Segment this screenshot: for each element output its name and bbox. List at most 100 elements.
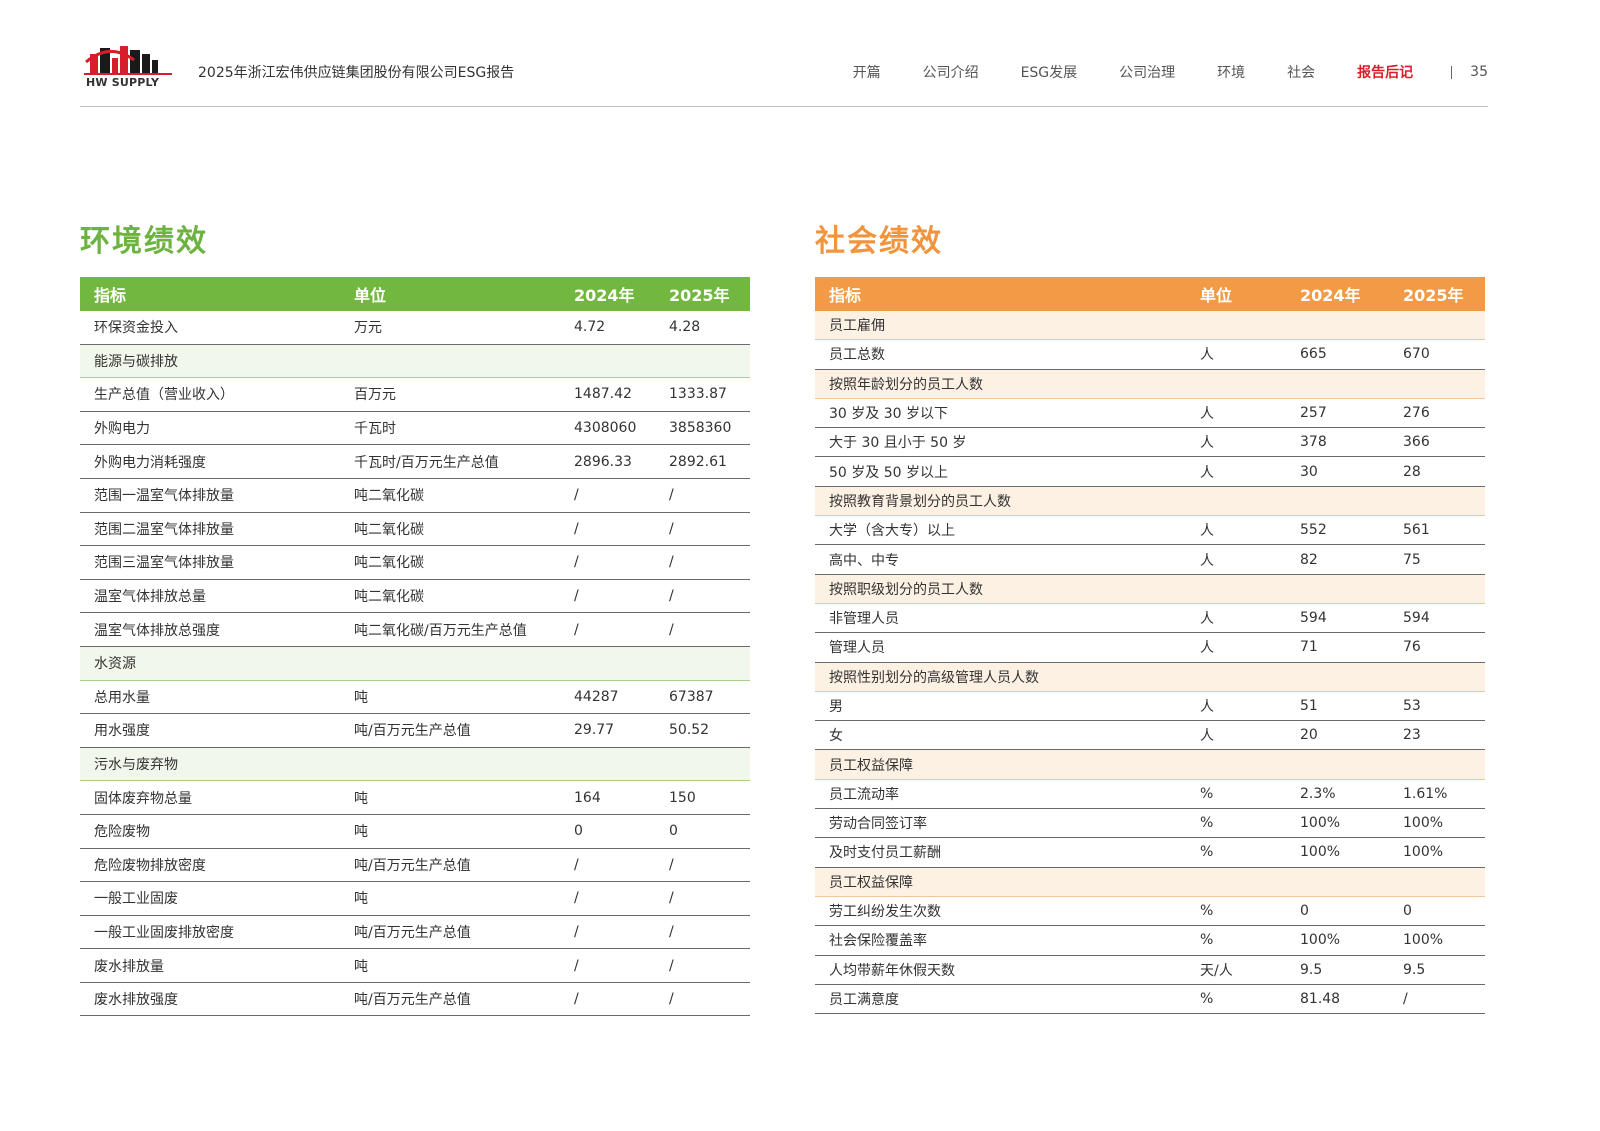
cell-unit: 人 (1186, 720, 1286, 751)
cell-2025: 3858360 (655, 411, 750, 446)
cell-2025: 4.28 (655, 311, 750, 345)
cell-2025: 75 (1389, 544, 1485, 575)
cell-unit: 吨/百万元生产总值 (340, 848, 560, 883)
company-logo: HW SUPPLY (80, 42, 180, 90)
table-row: 一般工业固废吨 / / (80, 881, 750, 916)
cell-unit: 吨/百万元生产总值 (340, 915, 560, 950)
cell-2025: 1333.87 (655, 377, 750, 412)
cell-2024: 20 (1286, 720, 1389, 751)
table-row: 劳工纠纷发生次数% 0 0 (815, 896, 1485, 927)
cell-indicator: 大学（含大专）以上 (815, 515, 1186, 546)
cell-unit: 人 (1186, 427, 1286, 458)
table-row: 环保资金投入 万元 4.72 4.28 (80, 311, 750, 345)
cell-2025: 366 (1389, 427, 1485, 458)
cell-indicator: 总用水量 (80, 680, 340, 715)
cell-indicator: 人均带薪年休假天数 (815, 955, 1186, 985)
cell-2025: 150 (655, 780, 750, 815)
cell-2024: / (560, 478, 655, 513)
cell-unit: % (1186, 808, 1286, 839)
cell-indicator: 社会保险覆盖率 (815, 925, 1186, 956)
page-number: 35 (1470, 64, 1488, 80)
cell-indicator: 女 (815, 720, 1186, 751)
cell-2024: 594 (1286, 603, 1389, 634)
table-row: 危险废物排放密度 吨/百万元生产总值 / / (80, 848, 750, 883)
cell-indicator: 危险废物排放密度 (80, 848, 340, 883)
cell-unit: 吨二氧化碳 (340, 579, 560, 614)
table-row: 一般工业固废排放密度 吨/百万元生产总值 / / (80, 915, 750, 950)
table-header-row: 指标 单位 2024年 2025年 (80, 277, 750, 311)
nav-divider (1451, 65, 1453, 79)
cell-indicator: 非管理人员 (815, 603, 1186, 634)
cell-2024: 81.48 (1286, 984, 1389, 1015)
cell-2025: 100% (1389, 925, 1485, 956)
cell-2024: 82 (1286, 544, 1389, 575)
group-label: 员工雇佣 (815, 311, 1485, 341)
column-header-2025: 2025年 (655, 277, 750, 311)
table-row: 管理人员人 71 76 (815, 632, 1485, 663)
cell-unit: 吨二氧化碳/百万元生产总值 (340, 612, 560, 647)
cell-2024: 4.72 (560, 311, 655, 345)
cell-unit: 百万元 (340, 377, 560, 412)
cell-unit: 人 (1186, 603, 1286, 634)
nav-item-governance[interactable]: 公司治理 (1119, 62, 1175, 82)
cell-indicator: 高中、中专 (815, 544, 1186, 575)
nav-item-esg-development[interactable]: ESG发展 (1021, 62, 1078, 82)
environment-section-title: 环境绩效 (80, 224, 208, 259)
column-header-2024: 2024年 (1286, 277, 1389, 311)
table-row: 用水强度 吨/百万元生产总值 29.77 50.52 (80, 713, 750, 748)
cell-2024: 1487.42 (560, 377, 655, 412)
cell-unit: 吨二氧化碳 (340, 545, 560, 580)
table-row: 废水排放量吨 / / (80, 948, 750, 983)
cell-2025: 0 (1389, 896, 1485, 927)
cell-unit: 吨 (340, 948, 560, 983)
cell-2024: 0 (1286, 896, 1389, 927)
nav-item-postscript[interactable]: 报告后记 (1357, 62, 1413, 82)
cell-indicator: 外购电力消耗强度 (80, 444, 340, 479)
cell-2024: / (560, 948, 655, 983)
cell-unit: 吨 (340, 881, 560, 916)
nav-item-environment[interactable]: 环境 (1217, 62, 1245, 82)
cell-2025: 2892.61 (655, 444, 750, 479)
cell-indicator: 员工总数 (815, 339, 1186, 370)
nav-item-opening[interactable]: 开篇 (853, 62, 881, 82)
cell-unit: 吨/百万元生产总值 (340, 982, 560, 1017)
table-row: 温室气体排放总强度 吨二氧化碳/百万元生产总值 / / (80, 612, 750, 647)
table-row: 高中、中专人 82 75 (815, 544, 1485, 575)
column-header-2024: 2024年 (560, 277, 655, 311)
cell-2025: / (655, 612, 750, 647)
group-label: 员工权益保障 (815, 867, 1485, 897)
column-header-indicator: 指标 (80, 277, 340, 311)
group-label: 水资源 (80, 646, 750, 681)
table-row: 危险废物吨 0 0 (80, 814, 750, 849)
cell-2025: 100% (1389, 808, 1485, 839)
cell-2024: 552 (1286, 515, 1389, 546)
cell-indicator: 员工流动率 (815, 779, 1186, 810)
cell-indicator: 员工满意度 (815, 984, 1186, 1015)
nav-item-society[interactable]: 社会 (1287, 62, 1315, 82)
table-row: 员工总数人 665 670 (815, 339, 1485, 370)
cell-2025: / (655, 579, 750, 614)
cell-indicator: 废水排放强度 (80, 982, 340, 1017)
cell-2025: / (655, 848, 750, 883)
group-label: 按照性别划分的高级管理人员人数 (815, 662, 1485, 692)
cell-2025: 561 (1389, 515, 1485, 546)
nav-item-company-intro[interactable]: 公司介绍 (923, 62, 979, 82)
cell-unit: % (1186, 896, 1286, 927)
table-row: 范围二温室气体排放量 吨二氧化碳 / / (80, 512, 750, 547)
cell-2024: 51 (1286, 691, 1389, 722)
cell-2025: / (655, 915, 750, 950)
cell-2024: 100% (1286, 925, 1389, 956)
table-row: 范围一温室气体排放量 吨二氧化碳 / / (80, 478, 750, 513)
cell-2025: 1.61% (1389, 779, 1485, 810)
cell-2025: 50.52 (655, 713, 750, 748)
cell-unit: 吨/百万元生产总值 (340, 713, 560, 748)
table-group-row: 员工权益保障 (815, 749, 1485, 780)
cell-2025: 0 (655, 814, 750, 849)
cell-2024: 2896.33 (560, 444, 655, 479)
cell-indicator: 管理人员 (815, 632, 1186, 663)
cell-2024: 30 (1286, 456, 1389, 487)
cell-2025: / (655, 545, 750, 580)
cell-2025: 28 (1389, 456, 1485, 487)
cell-unit: 天/人 (1186, 955, 1286, 985)
cell-2024: 2.3% (1286, 779, 1389, 810)
